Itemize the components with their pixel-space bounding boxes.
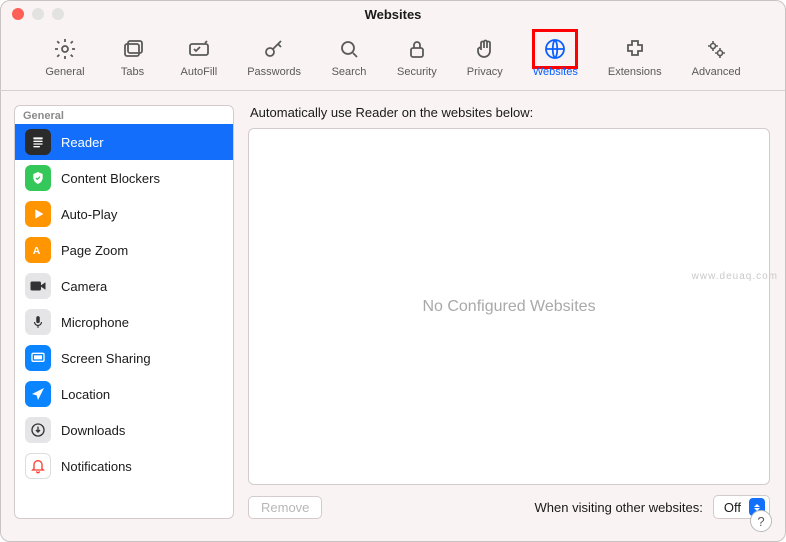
shield-icon <box>25 165 51 191</box>
watermark: www.deuaq.com <box>692 271 778 282</box>
globe-icon <box>537 34 573 64</box>
close-button[interactable] <box>12 8 24 20</box>
body: General Reader Content Blockers Auto-Play A… <box>0 91 786 533</box>
toolbar-security[interactable]: Security <box>393 32 441 80</box>
reader-icon <box>25 129 51 155</box>
toolbar-tabs[interactable]: Tabs <box>111 32 155 80</box>
toolbar-advanced[interactable]: Advanced <box>688 32 745 80</box>
sidebar-item-label: Location <box>61 387 110 402</box>
bell-icon <box>25 453 51 479</box>
toolbar-label: AutoFill <box>181 66 218 78</box>
sidebar-item-auto-play[interactable]: Auto-Play <box>15 196 233 232</box>
toolbar-label: Security <box>397 66 437 78</box>
toolbar-label: General <box>45 66 84 78</box>
gear-icon <box>47 34 83 64</box>
sidebar-item-camera[interactable]: Camera <box>15 268 233 304</box>
play-icon <box>25 201 51 227</box>
tabs-icon <box>115 34 151 64</box>
main-panel: Automatically use Reader on the websites… <box>248 105 770 519</box>
select-value: Off <box>724 500 741 515</box>
sidebar-header: General <box>15 106 233 124</box>
down-icon <box>25 417 51 443</box>
toolbar-extensions[interactable]: Extensions <box>604 32 666 80</box>
toolbar-search[interactable]: Search <box>327 32 371 80</box>
traffic-lights <box>12 8 64 20</box>
sidebar-item-page-zoom[interactable]: A Page Zoom <box>15 232 233 268</box>
toolbar-label: Privacy <box>467 66 503 78</box>
toolbar-label: Passwords <box>247 66 301 78</box>
toolbar-label: Extensions <box>608 66 662 78</box>
minimize-button[interactable] <box>32 8 44 20</box>
gears-icon <box>698 34 734 64</box>
main-heading: Automatically use Reader on the websites… <box>248 105 770 128</box>
hand-icon <box>467 34 503 64</box>
sidebar-item-location[interactable]: Location <box>15 376 233 412</box>
sidebar-item-label: Camera <box>61 279 107 294</box>
autofill-icon <box>181 34 217 64</box>
sidebar-item-label: Microphone <box>61 315 129 330</box>
sidebar-item-notifications[interactable]: Notifications <box>15 448 233 484</box>
preferences-window: Websites General Tabs AutoFill Passwords Sea… <box>0 0 786 542</box>
toolbar-label: Advanced <box>692 66 741 78</box>
remove-button[interactable]: Remove <box>248 496 322 519</box>
titlebar: Websites <box>0 0 786 28</box>
window-title: Websites <box>365 7 422 22</box>
sidebar-item-label: Auto-Play <box>61 207 117 222</box>
website-list[interactable]: No Configured Websites <box>248 128 770 485</box>
svg-text:A: A <box>33 245 41 257</box>
arrow-icon <box>25 381 51 407</box>
mic-icon <box>25 309 51 335</box>
screen-icon <box>25 345 51 371</box>
empty-list-text: No Configured Websites <box>422 298 595 316</box>
sidebar-item-microphone[interactable]: Microphone <box>15 304 233 340</box>
sidebar-item-screen-sharing[interactable]: Screen Sharing <box>15 340 233 376</box>
sidebar-item-label: Screen Sharing <box>61 351 151 366</box>
sidebar: General Reader Content Blockers Auto-Play A… <box>14 105 234 519</box>
zoom-button[interactable] <box>52 8 64 20</box>
toolbar-label: Tabs <box>121 66 144 78</box>
sidebar-item-label: Notifications <box>61 459 132 474</box>
lock-icon <box>399 34 435 64</box>
toolbar-general[interactable]: General <box>41 32 88 80</box>
ext-icon <box>617 34 653 64</box>
toolbar: General Tabs AutoFill Passwords Search Securi… <box>0 28 786 91</box>
sidebar-item-label: Content Blockers <box>61 171 160 186</box>
toolbar-passwords[interactable]: Passwords <box>243 32 305 80</box>
toolbar-privacy[interactable]: Privacy <box>463 32 507 80</box>
toolbar-label: Search <box>332 66 367 78</box>
sidebar-item-label: Downloads <box>61 423 125 438</box>
sidebar-item-label: Page Zoom <box>61 243 128 258</box>
bottom-bar: Remove When visiting other websites: Off <box>248 485 770 519</box>
toolbar-label: Websites <box>533 66 578 78</box>
other-websites-label: When visiting other websites: <box>535 500 703 515</box>
zoom-icon: A <box>25 237 51 263</box>
toolbar-websites[interactable]: Websites <box>529 32 582 80</box>
sidebar-item-label: Reader <box>61 135 104 150</box>
sidebar-item-content-blockers[interactable]: Content Blockers <box>15 160 233 196</box>
toolbar-autofill[interactable]: AutoFill <box>177 32 222 80</box>
sidebar-item-downloads[interactable]: Downloads <box>15 412 233 448</box>
key-icon <box>256 34 292 64</box>
sidebar-item-reader[interactable]: Reader <box>15 124 233 160</box>
search-icon <box>331 34 367 64</box>
camera-icon <box>25 273 51 299</box>
help-button[interactable]: ? <box>750 510 772 532</box>
